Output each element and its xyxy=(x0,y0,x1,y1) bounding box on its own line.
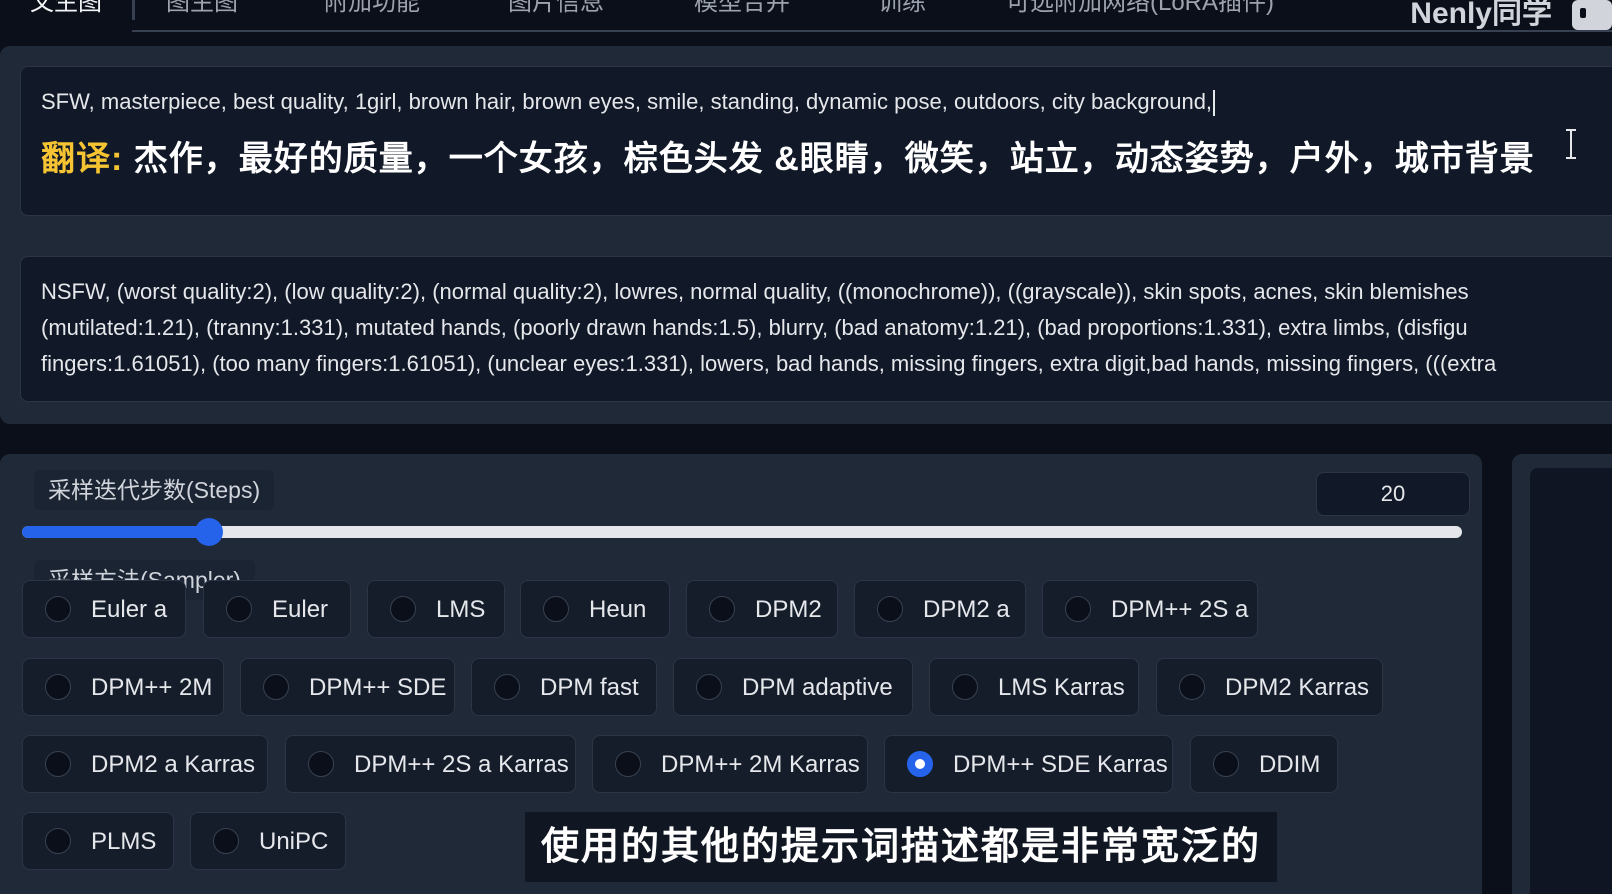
steps-slider-fill xyxy=(22,526,209,538)
sampler-option-heun[interactable]: Heun xyxy=(520,580,670,638)
sampler-option-dpm2[interactable]: DPM2 xyxy=(686,580,838,638)
sampler-option-lms[interactable]: LMS xyxy=(367,580,505,638)
sampler-option-label: DPM2 a Karras xyxy=(91,751,256,778)
radio-button[interactable] xyxy=(877,596,903,622)
positive-prompt-textarea[interactable]: SFW, masterpiece, best quality, 1girl, b… xyxy=(20,66,1612,216)
sampler-option-label: UniPC xyxy=(259,828,329,855)
sampler-option-label: DPM++ 2S a Karras xyxy=(354,751,569,778)
positive-prompt-value: SFW, masterpiece, best quality, 1girl, b… xyxy=(41,89,1213,114)
positive-prompt-text: SFW, masterpiece, best quality, 1girl, b… xyxy=(41,89,1216,117)
radio-button[interactable] xyxy=(696,674,722,700)
tab-underline xyxy=(132,30,1612,32)
sampler-option-dpmpp-2m-karras[interactable]: DPM++ 2M Karras xyxy=(592,735,868,793)
radio-button[interactable] xyxy=(45,828,71,854)
radio-button[interactable] xyxy=(226,596,252,622)
translation-text: 杰作，最好的质量，一个女孩，棕色头发 &眼睛，微笑，站立，动态姿势，户外，城市背… xyxy=(133,140,1535,178)
sampler-option-label: PLMS xyxy=(91,828,157,855)
sampler-option-dpm-fast[interactable]: DPM fast xyxy=(471,658,657,716)
sampler-option-label: DPM2 a xyxy=(923,596,1010,623)
sampler-option-dpmpp-2m[interactable]: DPM++ 2M xyxy=(22,658,224,716)
sampler-option-label: LMS xyxy=(436,596,486,623)
radio-button[interactable] xyxy=(907,751,933,777)
translation-label: 翻译: xyxy=(41,140,124,178)
radio-button[interactable] xyxy=(952,674,978,700)
tab-additional-networks[interactable]: 可选附加网络(LoRA插件) xyxy=(1006,0,1274,20)
sampler-option-label: DPM adaptive xyxy=(742,674,893,701)
steps-label: 采样迭代步数(Steps) xyxy=(34,470,275,510)
radio-button[interactable] xyxy=(308,751,334,777)
webui-root: 文生图 图生图 附加功能 图片信息 模型合并 训练 可选附加网络(LoRA插件)… xyxy=(0,0,1612,894)
sampler-option-dpmpp-2s-a-karras[interactable]: DPM++ 2S a Karras xyxy=(285,735,576,793)
radio-button[interactable] xyxy=(45,674,71,700)
sampler-option-label: DPM++ 2M xyxy=(91,674,213,701)
right-side-panel xyxy=(1512,454,1612,894)
sampler-option-label: DPM++ 2S a xyxy=(1111,596,1249,623)
radio-button[interactable] xyxy=(213,828,239,854)
tab-checkpoint-merger[interactable]: 模型合并 xyxy=(694,0,790,20)
sampler-option-label: DPM2 xyxy=(755,596,822,623)
sampler-option-label: DPM2 Karras xyxy=(1225,674,1370,701)
sampler-option-euler[interactable]: Euler xyxy=(203,580,351,638)
radio-button[interactable] xyxy=(263,674,289,700)
text-caret xyxy=(1213,90,1216,117)
sampler-option-euler-a[interactable]: Euler a xyxy=(22,580,186,638)
radio-button[interactable] xyxy=(1213,751,1239,777)
sampler-option-dpmpp-sde[interactable]: DPM++ SDE xyxy=(240,658,455,716)
negative-prompt-line: (mutilated:1.21), (tranny:1.331), mutate… xyxy=(41,315,1468,340)
steps-slider[interactable] xyxy=(22,518,1462,546)
video-subtitle: 使用的其他的提示词描述都是非常宽泛的 xyxy=(525,812,1278,882)
sampler-option-label: DPM++ SDE Karras xyxy=(953,751,1168,778)
sampler-option-lms-karras[interactable]: LMS Karras xyxy=(929,658,1139,716)
bilibili-logo-icon xyxy=(1572,0,1612,30)
sampler-option-dpm2-a-karras[interactable]: DPM2 a Karras xyxy=(22,735,268,793)
steps-slider-thumb[interactable] xyxy=(195,518,223,546)
sampler-option-label: DDIM xyxy=(1259,751,1321,778)
sampler-option-plms[interactable]: PLMS xyxy=(22,812,174,870)
ibeam-cursor-icon xyxy=(1566,129,1576,159)
channel-watermark: Nenly同学 xyxy=(1410,0,1552,30)
negative-prompt-line: fingers:1.61051), (too many fingers:1.61… xyxy=(41,351,1497,376)
sampler-option-label: DPM++ SDE xyxy=(309,674,447,701)
radio-button[interactable] xyxy=(390,596,416,622)
sampler-option-label: Euler a xyxy=(91,596,168,623)
translation-overlay: 翻译: 杰作，最好的质量，一个女孩，棕色头发 &眼睛，微笑，站立，动态姿势，户外… xyxy=(41,131,1535,180)
sampler-option-unipc[interactable]: UniPC xyxy=(190,812,346,870)
radio-button[interactable] xyxy=(45,751,71,777)
sampler-option-label: LMS Karras xyxy=(998,674,1125,701)
radio-button[interactable] xyxy=(494,674,520,700)
tab-train[interactable]: 训练 xyxy=(878,0,926,20)
radio-button[interactable] xyxy=(543,596,569,622)
sampler-option-dpm-adaptive[interactable]: DPM adaptive xyxy=(673,658,913,716)
sampler-option-label: DPM++ 2M Karras xyxy=(661,751,860,778)
negative-prompt-textarea[interactable]: NSFW, (worst quality:2), (low quality:2)… xyxy=(20,256,1612,402)
sampler-option-label: Euler xyxy=(272,596,329,623)
tab-png-info[interactable]: 图片信息 xyxy=(508,0,604,20)
sampler-option-dpm2-a[interactable]: DPM2 a xyxy=(854,580,1026,638)
sampler-option-label: Heun xyxy=(589,596,647,623)
radio-button[interactable] xyxy=(709,596,735,622)
sampler-option-dpmpp-sde-karras[interactable]: DPM++ SDE Karras xyxy=(884,735,1173,793)
sampler-option-dpmpp-2s-a[interactable]: DPM++ 2S a xyxy=(1042,580,1258,638)
tab-img2img[interactable]: 图生图 xyxy=(166,0,238,20)
sampler-option-ddim[interactable]: DDIM xyxy=(1190,735,1338,793)
sampler-option-dpm2-karras[interactable]: DPM2 Karras xyxy=(1156,658,1383,716)
sampler-option-label: DPM fast xyxy=(540,674,639,701)
radio-button[interactable] xyxy=(1065,596,1091,622)
prompt-panel: SFW, masterpiece, best quality, 1girl, b… xyxy=(0,46,1612,424)
tab-bar: 文生图 图生图 附加功能 图片信息 模型合并 训练 可选附加网络(LoRA插件)… xyxy=(0,0,1612,34)
tab-extras[interactable]: 附加功能 xyxy=(324,0,420,20)
radio-button[interactable] xyxy=(615,751,641,777)
steps-number-input[interactable]: 20 xyxy=(1316,472,1470,516)
output-gallery xyxy=(1530,468,1612,894)
negative-prompt-line: NSFW, (worst quality:2), (low quality:2)… xyxy=(41,279,1469,304)
tab-txt2img[interactable]: 文生图 xyxy=(0,0,135,20)
radio-button[interactable] xyxy=(1179,674,1205,700)
radio-button[interactable] xyxy=(45,596,71,622)
